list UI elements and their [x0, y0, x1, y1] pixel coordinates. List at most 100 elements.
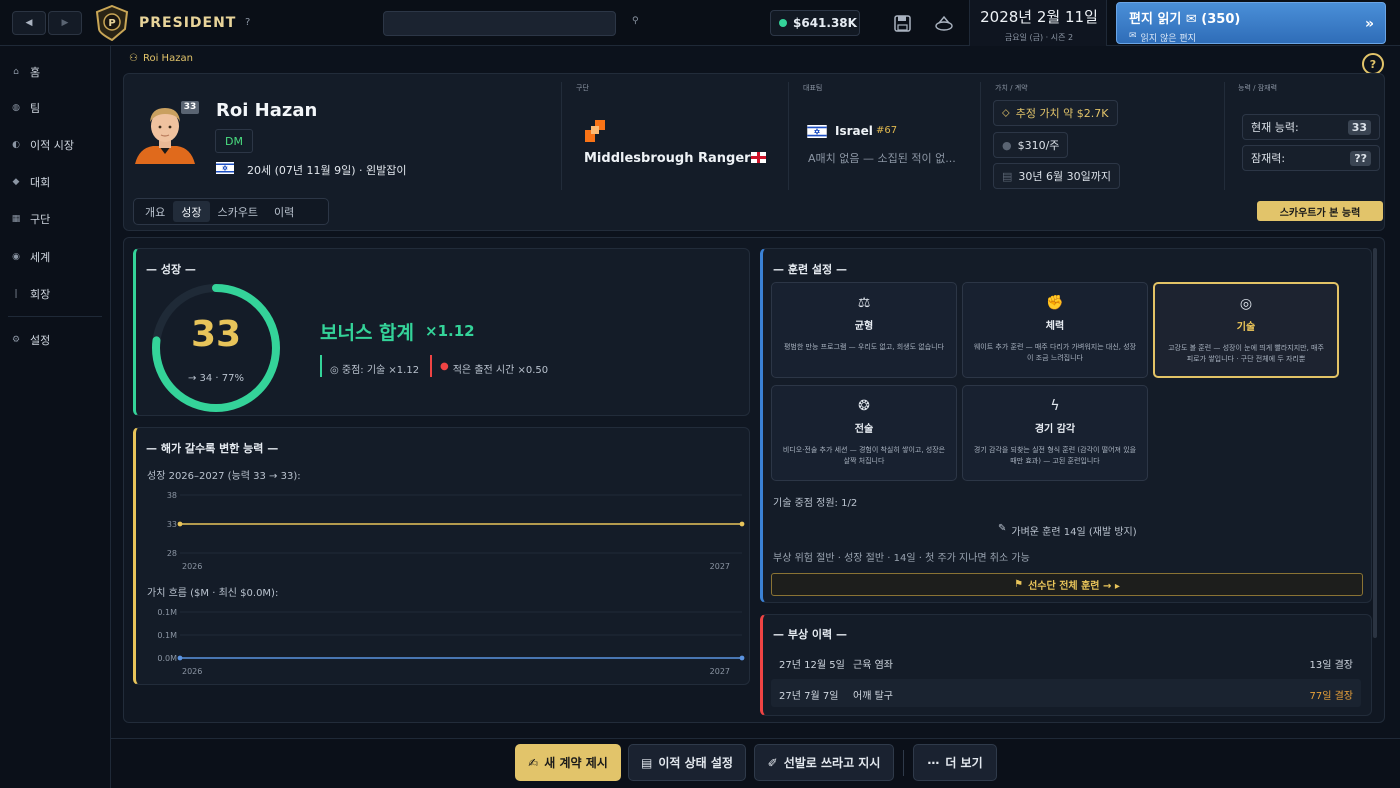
sidebar-item-club[interactable]: ▦ 구단 [10, 210, 51, 228]
balance-value: $641.38K [793, 16, 857, 30]
playtime-modifier: ● 적은 출전 시간 ×0.50 [440, 361, 548, 376]
unread-mail-label: 읽지 않은 편지 [1140, 34, 1196, 44]
training-option-match-sharpness[interactable]: ϟ 경기 감각 경기 감각을 되찾는 실전 형식 훈련 (감각이 떨어져 있을 … [962, 385, 1148, 481]
bandage-icon: ✎ [998, 523, 1007, 534]
start-order-button[interactable]: ✐ 선발로 쓰라고 지시 [754, 744, 894, 781]
squad-training-button[interactable]: ⚑ 선수단 전체 훈련 → ▸ [771, 573, 1363, 596]
envelope-icon: ✉ [1129, 31, 1137, 41]
data-point [177, 655, 183, 661]
ability-line-chart: 38 33 28 2026 2027 [167, 491, 745, 571]
player-age: 20세 (07년 11월 9일) · 왼발잡이 [247, 164, 407, 177]
back-button[interactable]: ◀ [12, 11, 46, 35]
double-chevron-icon: » [1365, 16, 1375, 32]
ellipsis-icon: ⋯ [927, 755, 940, 770]
tab-overview[interactable]: 개요 [137, 201, 173, 222]
israel-flag-icon [216, 162, 234, 174]
nation-name[interactable]: Israel [835, 124, 873, 138]
current-date: 2028년 2월 11일 [980, 8, 1098, 26]
sidebar-item-competitions[interactable]: ◆ 대회 [10, 173, 51, 191]
training-option-tactics[interactable]: ❂ 전술 비디오·전술 추가 세션 — 경험이 착실히 쌓이고, 성장은 살짝 … [771, 385, 957, 481]
value-line-chart: 0.1M 0.1M 0.0M 2026 2027 [157, 608, 745, 676]
more-label: 더 보기 [945, 756, 983, 770]
search-icon[interactable]: ⚲ [632, 16, 639, 26]
action-divider [903, 750, 904, 776]
club-label: 구단 [576, 84, 589, 92]
contract-text: 30년 6월 30일까지 [1018, 170, 1111, 183]
column-divider [1224, 82, 1225, 190]
forward-button[interactable]: ▶ [48, 11, 82, 35]
help-button[interactable]: ? [1362, 53, 1384, 75]
shirt-number-badge: 33 [181, 101, 199, 114]
sidebar-item-settings[interactable]: ⚙ 설정 [10, 331, 50, 349]
unread-mail-line: ✉ 읽지 않은 편지 [1129, 31, 1196, 44]
sidebar-divider [8, 316, 102, 317]
training-option-desc: 고강도 볼 훈련 — 성장이 눈에 띄게 빨라지지만, 매주 피로가 쌓입니다 … [1168, 344, 1324, 363]
y-tick-label: 33 [167, 520, 177, 529]
sidebar-item-home[interactable]: ⌂ 홈 [10, 63, 40, 81]
x-tick-label: 2027 [710, 667, 730, 676]
sidebar-item-label: 세계 [30, 251, 51, 264]
clipboard-icon: ▤ [641, 755, 653, 770]
light-training-toggle[interactable]: ✎ 가벼운 훈련 14일 (재발 방지) [998, 523, 1137, 538]
nation-label: 대표팀 [803, 84, 823, 92]
ability-chart-caption: 성장 2026–2027 (능력 33 → 33): [147, 471, 301, 482]
sidebar-item-transfer[interactable]: ◐ 이적 시장 [10, 136, 74, 154]
playtime-text: 적은 출전 시간 ×0.50 [452, 365, 549, 376]
team-icon: ◍ [12, 103, 20, 113]
column-divider [788, 82, 789, 190]
x-tick-label: 2027 [710, 562, 730, 571]
scout-ability-button[interactable]: 스카우트가 본 능력 [1257, 201, 1383, 221]
bonus-multiplier: ×1.12 [425, 322, 475, 340]
potential-value: ?? [1350, 150, 1371, 166]
help-link[interactable]: ? [245, 17, 250, 28]
sidebar-item-label: 이적 시장 [30, 139, 74, 152]
player-tabs: 개요 성장 스카우트 이력 [133, 198, 329, 225]
training-option-title: 균형 [854, 321, 874, 332]
training-option-title: 경기 감각 [1034, 424, 1076, 435]
date-panel[interactable]: 2028년 2월 11일 금요일 (금) · 시즌 2 [969, 0, 1107, 46]
new-contract-button[interactable]: ✍ 새 계약 제시 [515, 744, 621, 781]
technique-slots: 기술 중점 정원: 1/2 [773, 498, 858, 509]
globe-icon: ◉ [12, 252, 20, 262]
club-crest-icon [585, 120, 605, 142]
y-tick-label: 0.1M [157, 608, 177, 617]
training-option-balance[interactable]: ⚖ 균형 평범한 만능 프로그램 — 우리도 없고, 희생도 없습니다 [771, 282, 957, 378]
pen-icon: ✍ [528, 755, 539, 770]
more-button[interactable]: ⋯ 더 보기 [913, 744, 997, 781]
transfer-icon: ◐ [12, 140, 20, 150]
svg-text:P: P [108, 18, 115, 29]
club-name[interactable]: Middlesbrough Rangers [584, 151, 758, 166]
save-icon[interactable] [894, 15, 911, 32]
balance-display: $641.38K [770, 10, 860, 36]
sidebar: ⌂ 홈 ◍ 팀 ◐ 이적 시장 ◆ 대회 ▦ 구단 ◉ 세계 ❘ 회장 ⚙ 설정 [0, 46, 111, 788]
current-ability-value: 33 [1347, 119, 1371, 135]
current-ability-row: 현재 능력: 33 [1242, 114, 1380, 140]
lightning-icon: ϟ [1050, 398, 1060, 414]
sidebar-item-president[interactable]: ❘ 회장 [10, 285, 50, 303]
breadcrumb-player[interactable]: Roi Hazan [143, 53, 193, 64]
training-option-desc: 웨이트 추가 훈련 — 매주 다리가 가벼워지는 대신, 성장이 조금 느려집니… [973, 343, 1137, 362]
mail-label: 편지 읽기 ✉ (350) [1129, 12, 1241, 27]
training-option-technique[interactable]: ◎ 기술 고강도 볼 훈련 — 성장이 눈에 띄게 빨라지지만, 매주 피로가 … [1153, 282, 1339, 378]
international-caps: A매치 없음 — 소집된 적이 없... [808, 152, 956, 165]
penalty-marker [430, 355, 432, 377]
tab-history[interactable]: 이력 [266, 201, 302, 222]
sidebar-item-world[interactable]: ◉ 세계 [10, 248, 50, 266]
search-input[interactable] [383, 11, 616, 36]
tab-growth[interactable]: 성장 [173, 201, 210, 222]
tab-scout[interactable]: 스카우트 [210, 201, 266, 222]
nation-rank: #67 [876, 125, 898, 136]
person-icon: ⚇ [129, 53, 138, 64]
president-logo-icon: P [95, 5, 129, 41]
growth-next: → 34 · 77% [187, 373, 245, 384]
scrollbar[interactable] [1373, 248, 1377, 638]
y-tick-label: 28 [167, 549, 177, 558]
whistle-icon: ⚑ [1014, 579, 1024, 590]
transfer-status-button[interactable]: ▤ 이적 상태 설정 [628, 744, 746, 781]
read-mail-button[interactable]: 편지 읽기 ✉ (350) ✉ 읽지 않은 편지 » [1116, 2, 1386, 44]
trophy-icon: ◆ [12, 177, 20, 187]
training-option-fitness[interactable]: ✊ 체력 웨이트 추가 훈련 — 매주 다리가 가벼워지는 대신, 성장이 조금… [962, 282, 1148, 378]
sidebar-item-team[interactable]: ◍ 팀 [10, 99, 40, 117]
stadium-icon[interactable] [935, 14, 953, 32]
forward-arrow-icon: ▶ [61, 18, 69, 28]
